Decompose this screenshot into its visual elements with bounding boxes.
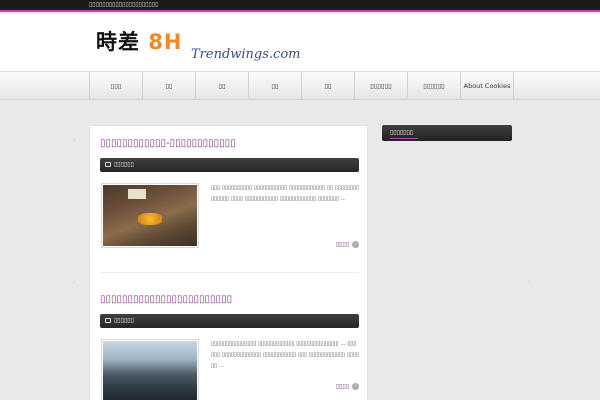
post-category-link[interactable]: ▯▯▯▯▯▯ <box>114 161 134 168</box>
post-item: ▯▯▯▯▯▯▯▯▯▯▯▯▯▯▯▯▯▯▯▯▯▯▯▯ ▯▯▯▯▯▯ ▯▯▯▯▯▯▯▯… <box>100 294 359 400</box>
arrow-right-circle-icon: › <box>352 383 359 390</box>
comment-icon <box>105 318 111 323</box>
nav-item-about-cookies[interactable]: About Cookies <box>460 72 514 100</box>
post-title[interactable]: ▯▯▯▯▯▯▯▯▯▯▯▯▯▯▯▯▯▯▯▯▯▯▯▯ <box>100 294 359 308</box>
post-category-link[interactable]: ▯▯▯▯▯▯ <box>114 317 134 324</box>
nav-item-6[interactable]: ▯▯▯▯▯▯ <box>354 72 407 100</box>
slider-prev-icon-lower[interactable]: ‹ <box>72 275 77 289</box>
main-content: ▯▯▯▯▯▯▯▯▯▯▯▯-▯▯▯▯▯▯▯▯▯▯▯▯ ▯▯▯▯▯▯ ▯▯▯ ▯▯▯… <box>89 125 368 400</box>
site-header <box>0 14 600 72</box>
post-item: ▯▯▯▯▯▯▯▯▯▯▯▯-▯▯▯▯▯▯▯▯▯▯▯▯ ▯▯▯▯▯▯ ▯▯▯ ▯▯▯… <box>100 138 359 248</box>
nav-item-home[interactable]: ▯▯▯ <box>89 72 142 100</box>
post-excerpt: ▯▯▯▯▯▯▯▯▯▯▯▯▯▯▯ ▯▯▯▯▯▯▯▯▯▯▯▯ ▯▯▯▯▯▯▯▯▯▯▯… <box>211 341 359 369</box>
post-category-bar: ▯▯▯▯▯▯ <box>100 314 359 328</box>
top-bar-text: ▯▯▯▯▯▯▯▯▯▯▯▯▯▯▯▯▯▯▯▯▯ <box>89 1 159 8</box>
read-more-label: ▯▯▯▯ <box>335 383 349 390</box>
comment-icon <box>105 162 111 167</box>
nav-item-5[interactable]: ▯▯ <box>301 72 354 100</box>
nav-item-7[interactable]: ▯▯▯▯▯▯ <box>407 72 460 100</box>
read-more-label: ▯▯▯▯ <box>335 241 349 248</box>
sidebar-widget-header: ▯▯▯▯▯▯▯ <box>382 125 512 141</box>
nav-item-3[interactable]: ▯▯ <box>195 72 248 100</box>
top-bar: ▯▯▯▯▯▯▯▯▯▯▯▯▯▯▯▯▯▯▯▯▯ <box>0 0 600 12</box>
post-divider <box>100 272 359 273</box>
post-excerpt: ▯▯▯ ▯▯▯▯▯▯▯▯▯▯ ▯▯▯▯▯▯▯▯▯▯▯ ▯▯▯▯▯▯▯▯▯▯▯▯ … <box>211 185 359 202</box>
slider-prev-icon[interactable]: ‹ <box>72 133 77 147</box>
logo-subtitle[interactable]: Trendwings.com <box>191 47 301 62</box>
post-title[interactable]: ▯▯▯▯▯▯▯▯▯▯▯▯-▯▯▯▯▯▯▯▯▯▯▯▯ <box>100 138 359 152</box>
post-category-bar: ▯▯▯▯▯▯ <box>100 158 359 172</box>
slider-next-icon[interactable]: › <box>527 275 532 289</box>
read-more-link[interactable]: ▯▯▯▯ › <box>336 383 359 390</box>
logo-title: 時差 <box>96 30 140 54</box>
sidebar-widget-title: ▯▯▯▯▯▯▯ <box>390 129 419 139</box>
logo-number: 8H <box>148 30 183 54</box>
arrow-right-circle-icon: › <box>352 241 359 248</box>
nav-item-4[interactable]: ▯▯ <box>248 72 301 100</box>
post-thumbnail[interactable] <box>101 183 199 248</box>
main-navigation: ▯▯▯ ▯▯ ▯▯ ▯▯ ▯▯ ▯▯▯▯▯▯ ▯▯▯▯▯▯ About Cook… <box>0 72 600 100</box>
nav-item-2[interactable]: ▯▯ <box>142 72 195 100</box>
post-thumbnail[interactable] <box>101 339 199 400</box>
read-more-link[interactable]: ▯▯▯▯ › <box>336 241 359 248</box>
site-logo[interactable]: 時差 8H <box>96 26 183 56</box>
